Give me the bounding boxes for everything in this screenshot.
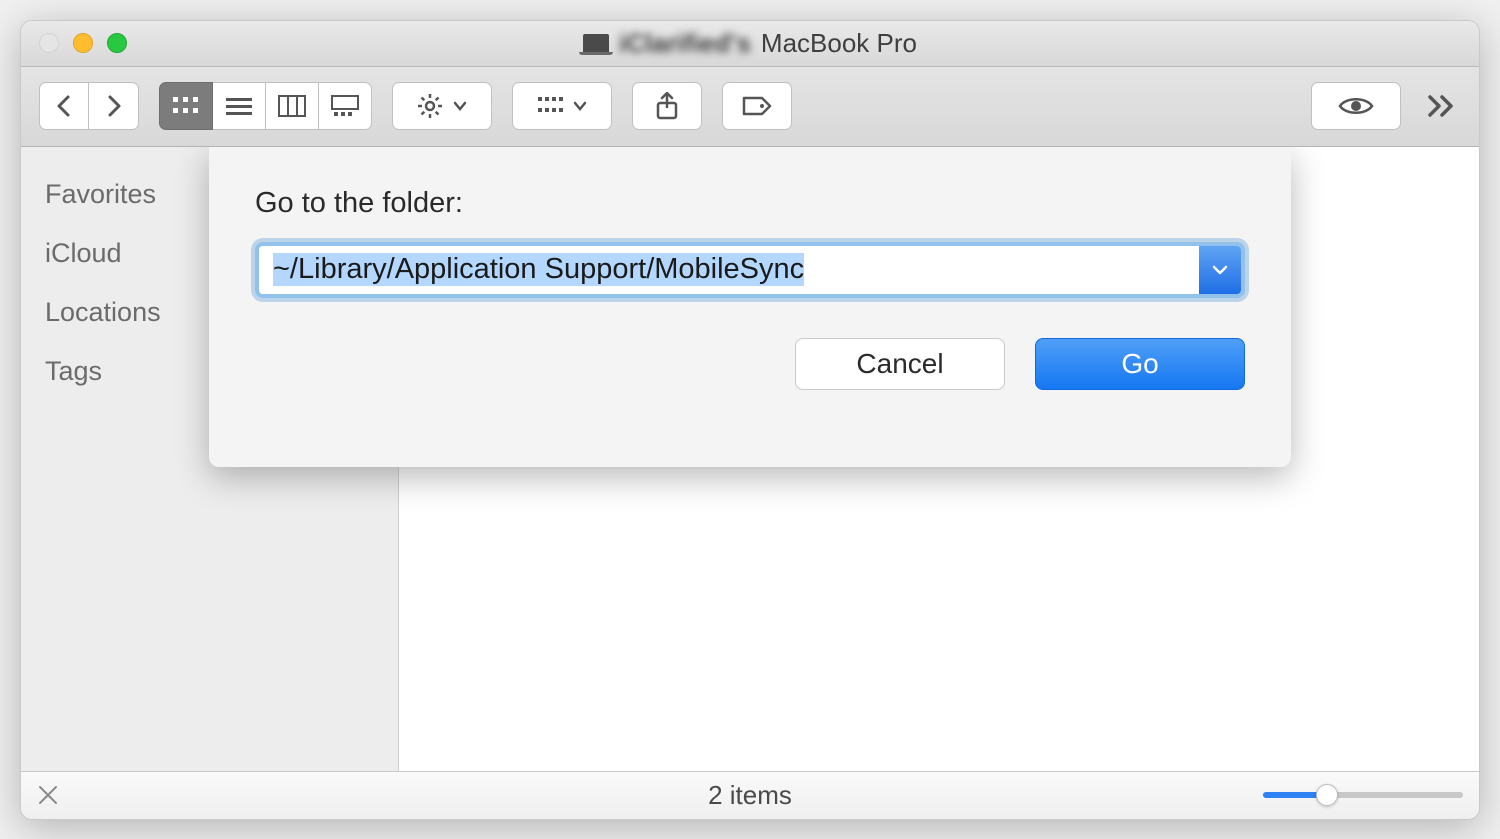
quick-look-button[interactable] xyxy=(1311,82,1401,130)
path-combobox xyxy=(255,242,1245,298)
back-button[interactable] xyxy=(39,82,89,130)
path-input[interactable] xyxy=(259,246,1199,294)
gallery-icon xyxy=(331,95,359,117)
chevron-down-icon xyxy=(1212,264,1228,276)
gear-icon xyxy=(417,93,443,119)
path-dropdown-button[interactable] xyxy=(1199,246,1241,294)
titlebar: iClarified's MacBook Pro xyxy=(21,21,1479,67)
traffic-lights xyxy=(39,33,127,53)
zoom-slider-thumb[interactable] xyxy=(1316,784,1338,806)
toolbar xyxy=(21,67,1479,147)
view-mode-group xyxy=(159,82,372,130)
go-to-folder-dialog: Go to the folder: Cancel Go xyxy=(209,147,1291,467)
chevron-left-icon xyxy=(56,94,72,118)
fullscreen-button[interactable] xyxy=(107,33,127,53)
eye-icon xyxy=(1338,95,1374,117)
minimize-button[interactable] xyxy=(73,33,93,53)
cancel-button[interactable]: Cancel xyxy=(795,338,1005,390)
list-icon xyxy=(225,96,253,116)
edit-tags-button[interactable] xyxy=(722,82,792,130)
share-button[interactable] xyxy=(632,82,702,130)
share-group xyxy=(632,82,702,130)
forward-button[interactable] xyxy=(89,82,139,130)
tags-group xyxy=(722,82,792,130)
navigation-group xyxy=(39,82,139,130)
chevron-down-icon xyxy=(453,101,467,111)
group-menu-button[interactable] xyxy=(512,82,612,130)
statusbar: 2 items xyxy=(21,771,1479,819)
share-icon xyxy=(656,92,678,120)
window-title-owner: iClarified's xyxy=(619,28,751,59)
content-area: Favorites iCloud Locations Tags Go to th… xyxy=(21,147,1479,771)
columns-icon xyxy=(278,95,306,117)
laptop-icon xyxy=(583,34,609,52)
toolbar-overflow-button[interactable] xyxy=(1421,94,1461,118)
dialog-label: Go to the folder: xyxy=(255,187,1245,220)
zoom-slider[interactable] xyxy=(1263,792,1463,798)
group-menu-group xyxy=(512,82,612,130)
path-bar-toggle-icon[interactable] xyxy=(37,784,59,806)
window-title-device: MacBook Pro xyxy=(761,28,917,59)
status-text: 2 items xyxy=(708,780,792,811)
action-menu-button[interactable] xyxy=(392,82,492,130)
finder-window: iClarified's MacBook Pro xyxy=(20,20,1480,820)
grid-icon xyxy=(172,96,200,116)
action-menu-group xyxy=(392,82,492,130)
icon-view-button[interactable] xyxy=(159,82,213,130)
go-button[interactable]: Go xyxy=(1035,338,1245,390)
dialog-buttons: Cancel Go xyxy=(255,338,1245,390)
chevron-down-icon xyxy=(573,101,587,111)
gallery-view-button[interactable] xyxy=(319,82,372,130)
chevron-double-right-icon xyxy=(1427,94,1455,118)
window-title: iClarified's MacBook Pro xyxy=(583,28,917,59)
close-button[interactable] xyxy=(39,33,59,53)
column-view-button[interactable] xyxy=(266,82,319,130)
tag-icon xyxy=(742,95,772,117)
preview-group xyxy=(1311,82,1401,130)
grid-small-icon xyxy=(537,96,563,116)
chevron-right-icon xyxy=(106,94,122,118)
list-view-button[interactable] xyxy=(213,82,266,130)
